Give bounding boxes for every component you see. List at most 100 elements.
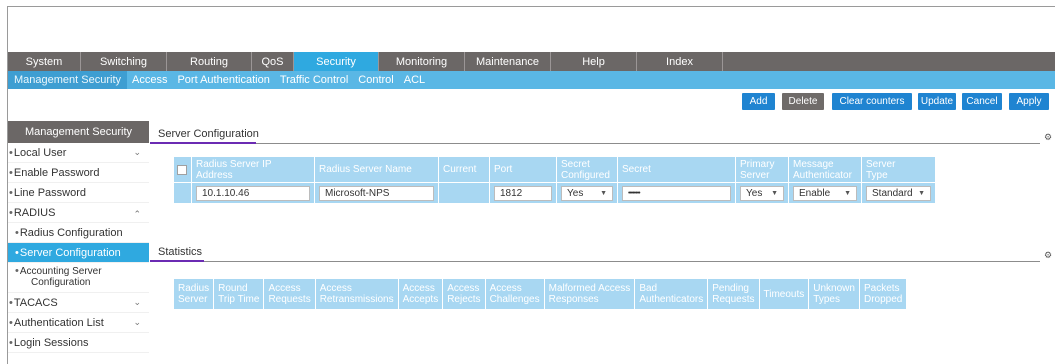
- hdr-l1: Malformed Access: [548, 283, 631, 294]
- col-header-access-rejects: Access Rejects: [442, 278, 486, 310]
- secret-input[interactable]: ••••••••: [622, 185, 731, 201]
- msg-auth-cell: Enable ▼: [788, 182, 862, 204]
- hdr-l1: Access: [402, 283, 435, 294]
- tab-qos[interactable]: QoS: [252, 52, 294, 71]
- sidebar-item-label: Line Password: [13, 186, 87, 199]
- gear-icon[interactable]: ⚙: [1044, 132, 1052, 143]
- subtab-management-security[interactable]: Management Security: [8, 71, 127, 89]
- current-cell: [438, 182, 490, 204]
- section-divider: [150, 143, 1040, 144]
- primary-cell: Yes ▼: [735, 182, 789, 204]
- tab-index[interactable]: Index: [637, 52, 723, 71]
- server-type-cell: Standard ▼: [861, 182, 936, 204]
- sidebar-item-server-configuration[interactable]: • Server Configuration: [8, 243, 149, 263]
- secret-cell: ••••••••: [617, 182, 736, 204]
- server-type-select[interactable]: Standard ▼: [866, 185, 931, 201]
- col-header-msg-auth-l2: Authenticator: [793, 169, 852, 181]
- sidebar-item-label: Authentication List: [13, 316, 104, 329]
- subtab-port-authentication[interactable]: Port Authentication: [172, 74, 274, 86]
- secret-configured-select[interactable]: Yes ▼: [561, 185, 613, 201]
- bullet-icon: •: [9, 206, 13, 219]
- server-config-title: Server Configuration: [158, 128, 259, 140]
- hdr-l2: Dropped: [863, 294, 903, 305]
- hdr-l1: Access: [447, 283, 480, 294]
- section-underline: [150, 142, 256, 144]
- message-authenticator-select[interactable]: Enable ▼: [793, 185, 857, 201]
- hdr-l2: Rejects: [447, 294, 481, 305]
- col-header-server-type-l1: Server: [866, 158, 896, 170]
- sidebar-item-enable-password[interactable]: • Enable Password: [8, 163, 149, 183]
- col-header-bad-authenticators: Bad Authenticators: [634, 278, 709, 310]
- hdr-l2: Requests: [268, 294, 311, 305]
- sidebar-item-label: Local User: [13, 146, 67, 159]
- tab-system[interactable]: System: [8, 52, 81, 71]
- sidebar-item-tacacs[interactable]: • TACACS ⌄: [8, 293, 149, 313]
- hdr-l1: Access: [319, 283, 352, 294]
- subtab-control[interactable]: Control: [353, 74, 398, 86]
- chevron-down-icon: ⌄: [133, 147, 141, 157]
- hdr-l1: Packets: [863, 283, 900, 294]
- ip-cell: 10.1.10.46: [191, 182, 315, 204]
- gear-icon[interactable]: ⚙: [1044, 250, 1052, 261]
- tab-help[interactable]: Help: [551, 52, 637, 71]
- cancel-button[interactable]: Cancel: [962, 93, 1002, 110]
- bullet-icon: •: [9, 186, 13, 199]
- chevron-down-icon: ▼: [600, 189, 607, 197]
- chevron-down-icon: ▼: [844, 189, 851, 197]
- app-frame: System Switching Routing QoS Security Mo…: [7, 6, 1055, 364]
- sidebar-item-line-password[interactable]: • Line Password: [8, 183, 149, 203]
- server-ip-input[interactable]: 10.1.10.46: [196, 185, 310, 201]
- col-header-server-type: Server Type: [861, 156, 936, 183]
- bullet-icon: •: [15, 246, 19, 259]
- hdr-l1: Timeouts: [763, 288, 805, 300]
- main-nav: System Switching Routing QoS Security Mo…: [8, 52, 1055, 71]
- table-row: 10.1.10.46 Microsoft-NPS 1812 Yes ▼ •••••…: [173, 182, 936, 204]
- hdr-l2: Server: [178, 294, 208, 305]
- add-button[interactable]: Add: [742, 93, 775, 110]
- subtab-access[interactable]: Access: [127, 74, 172, 86]
- subtab-acl[interactable]: ACL: [399, 74, 430, 86]
- col-header-radius-server: Radius Server: [172, 278, 215, 310]
- apply-button[interactable]: Apply: [1009, 93, 1049, 110]
- select-all-checkbox[interactable]: [177, 164, 187, 175]
- delete-button[interactable]: Delete: [782, 93, 824, 110]
- server-name-input[interactable]: Microsoft-NPS: [319, 185, 434, 201]
- col-header-pending-requests: Pending Requests: [707, 278, 760, 310]
- sidebar-item-authentication-list[interactable]: • Authentication List ⌄: [8, 313, 149, 333]
- secret-configured-value: Yes: [567, 187, 584, 199]
- select-all-cell: [173, 156, 192, 183]
- tab-routing[interactable]: Routing: [167, 52, 252, 71]
- hdr-l1: Radius: [178, 283, 210, 294]
- tab-monitoring[interactable]: Monitoring: [379, 52, 465, 71]
- primary-server-value: Yes: [746, 187, 763, 199]
- col-header-packets-dropped: Packets Dropped: [858, 278, 908, 310]
- sidebar-item-login-sessions[interactable]: • Login Sessions: [8, 333, 149, 353]
- chevron-up-icon: ⌃: [133, 209, 141, 219]
- update-button[interactable]: Update: [918, 93, 956, 110]
- sidebar-item-radius[interactable]: • RADIUS ⌃: [8, 203, 149, 223]
- sidebar-item-radius-configuration[interactable]: • Radius Configuration: [8, 223, 149, 243]
- primary-server-select[interactable]: Yes ▼: [740, 185, 784, 201]
- tab-maintenance[interactable]: Maintenance: [465, 52, 551, 71]
- col-header-secret-configured: Secret Configured: [556, 156, 618, 183]
- hdr-l2: Retransmissions: [319, 294, 394, 305]
- chevron-down-icon: ⌄: [133, 297, 141, 307]
- bullet-icon: •: [15, 226, 19, 239]
- subtab-traffic-control[interactable]: Traffic Control: [275, 74, 353, 86]
- server-type-value: Standard: [872, 187, 913, 199]
- clear-counters-button[interactable]: Clear counters: [832, 93, 912, 110]
- col-header-primary: Primary Server: [735, 156, 789, 183]
- row-select-cell: [173, 182, 192, 204]
- sidebar-item-label: Login Sessions: [13, 336, 89, 349]
- col-header-access-accepts: Access Accepts: [397, 278, 444, 310]
- tab-switching[interactable]: Switching: [81, 52, 167, 71]
- sidebar-item-local-user[interactable]: • Local User ⌄: [8, 143, 149, 163]
- chevron-down-icon: ⌄: [133, 317, 141, 327]
- server-config-table: Radius Server IP Address Radius Server N…: [173, 156, 936, 204]
- port-input[interactable]: 1812: [494, 185, 552, 201]
- col-header-msg-auth-l1: Message: [793, 158, 834, 170]
- col-header-timeouts: Timeouts: [758, 278, 810, 310]
- tab-security[interactable]: Security: [294, 52, 379, 71]
- hdr-l2: Challenges: [489, 294, 540, 305]
- sidebar-item-accounting-server-configuration[interactable]: • Accounting Server Configuration: [8, 263, 149, 293]
